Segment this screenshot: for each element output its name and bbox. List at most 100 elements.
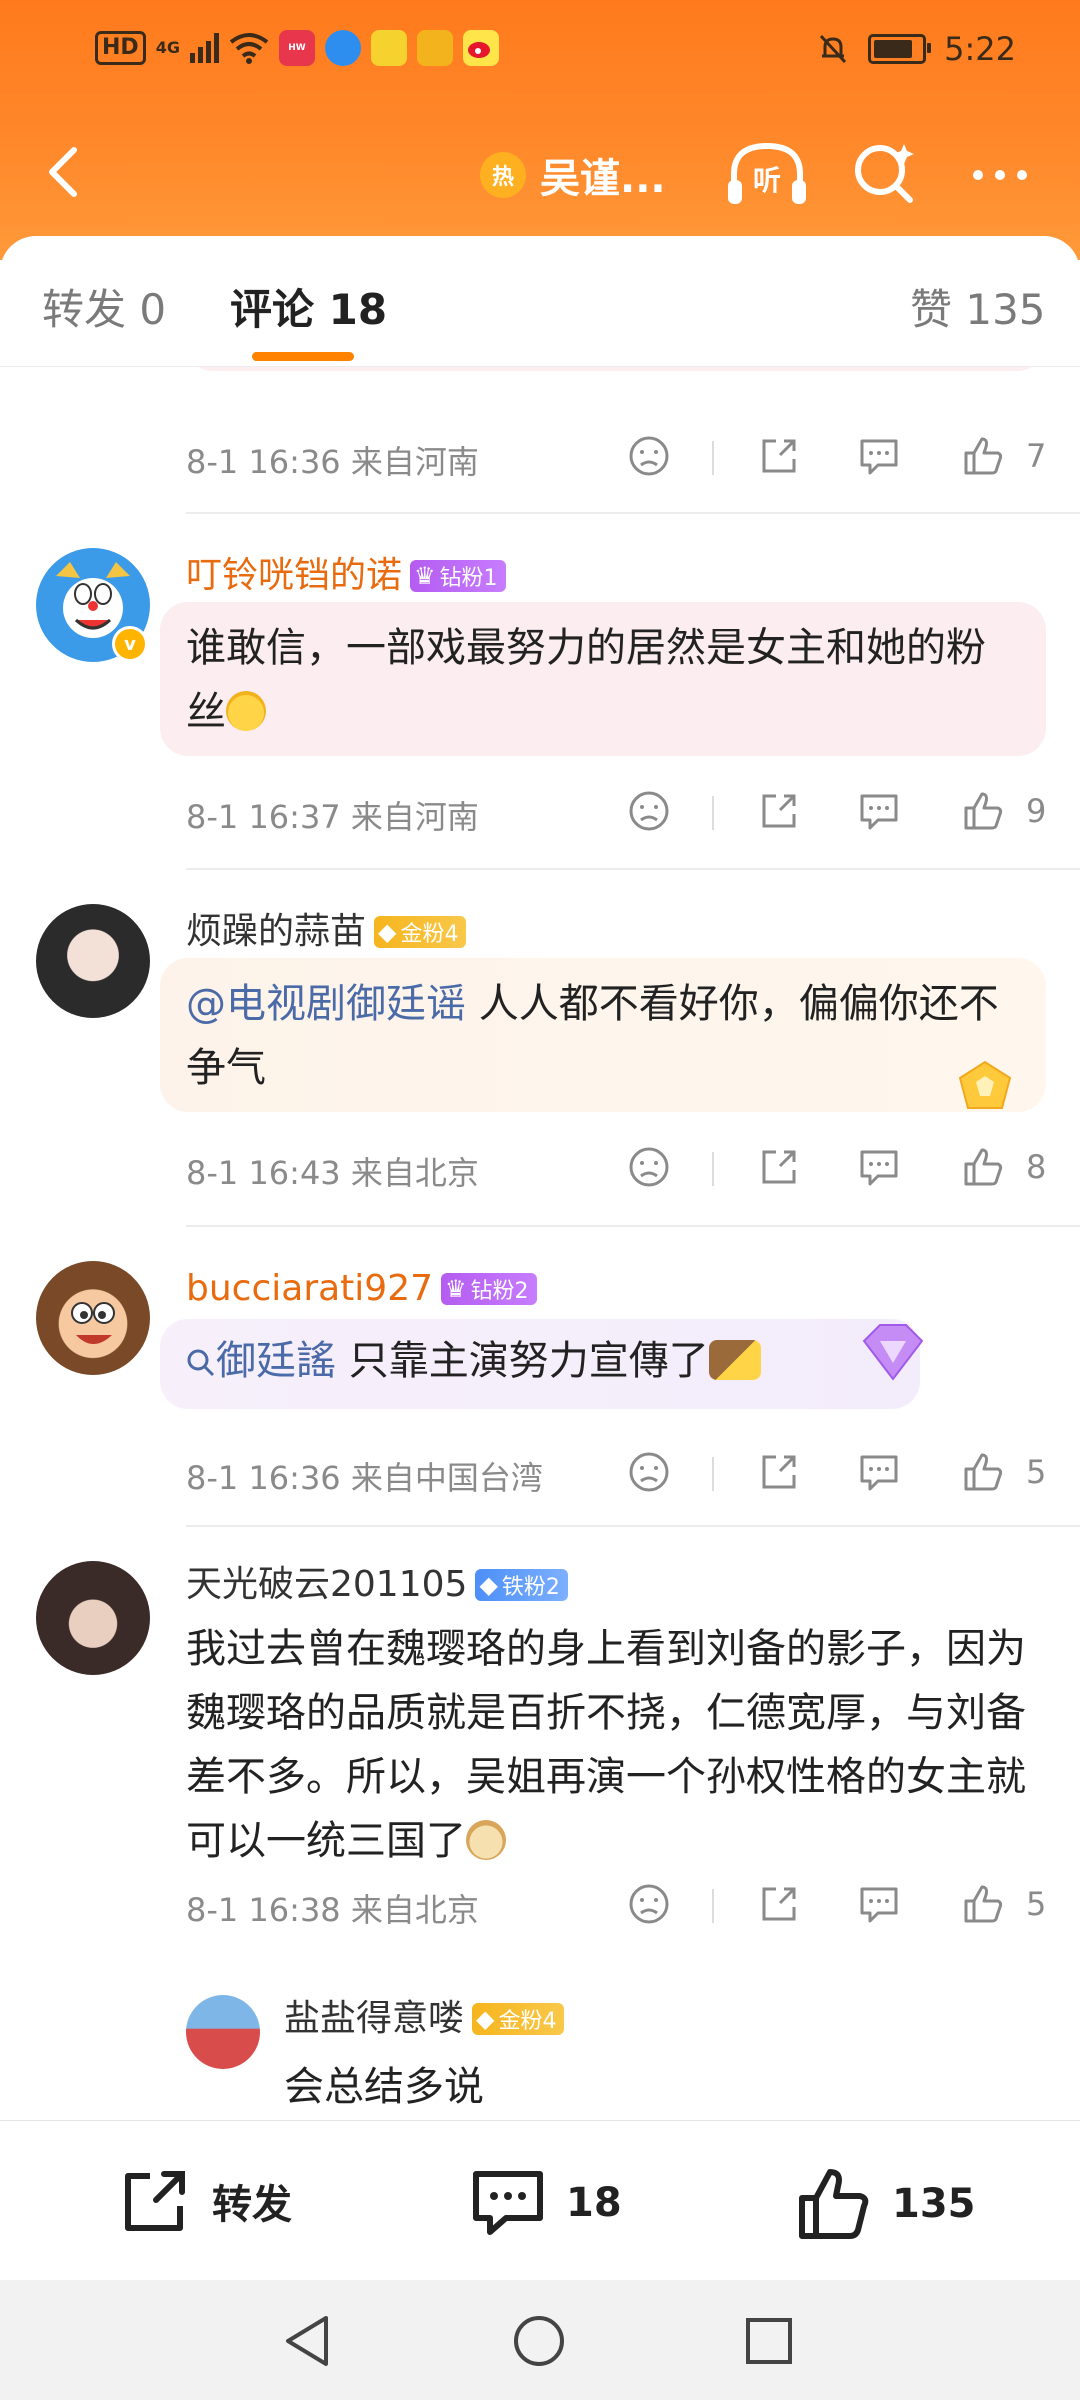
nav-recents-icon[interactable] — [744, 2316, 794, 2366]
dislike-icon[interactable] — [626, 1449, 672, 1495]
meta-separator — [712, 441, 714, 475]
gold-crown-decoration-icon — [958, 1060, 1012, 1109]
nav-bar: 热 吴谨... 听 — [0, 120, 1080, 220]
dislike-icon[interactable] — [626, 1881, 672, 1927]
share-icon[interactable] — [756, 1144, 802, 1190]
nav-home-icon[interactable] — [512, 2314, 566, 2368]
username[interactable]: 烦躁的蒜苗 — [186, 910, 366, 954]
comment-icon — [473, 2171, 543, 2235]
reply-icon[interactable] — [856, 1449, 902, 1495]
comment-bubble[interactable]: @电视剧御廷谣 人人都不看好你，偏偏你还不争气 — [160, 958, 1046, 1112]
meta-separator — [712, 796, 714, 830]
reply-username[interactable]: 盐盐得意喽 — [284, 1997, 464, 2041]
dislike-icon[interactable] — [626, 1144, 672, 1190]
gem-icon: ◆ — [476, 2005, 495, 2033]
tab-comments[interactable]: 评论 18 — [230, 276, 387, 337]
dot-icon — [1017, 170, 1027, 180]
dot-icon — [995, 170, 1005, 180]
nav-back-icon[interactable] — [282, 2314, 332, 2368]
tab-bar: 转发 0 评论 18 赞 135 — [0, 236, 1080, 367]
comment-time-location: 8-1 16:36 来自中国台湾 — [186, 1459, 543, 1497]
signal-icon — [189, 33, 219, 63]
tab-repost[interactable]: 转发 0 — [42, 276, 166, 337]
reply-avatar[interactable] — [186, 1995, 260, 2069]
comment-bubble[interactable]: 御廷謠 只靠主演努力宣傳了 — [160, 1319, 920, 1409]
like-button[interactable]: 135 — [796, 2166, 976, 2242]
comment-text-block[interactable]: 我过去曾在魏璎珞的身上看到刘备的影子，因为魏璎珞的品质就是百折不挠，仁德宽厚，与… — [186, 1617, 1026, 1873]
more-button[interactable] — [960, 140, 1040, 210]
username[interactable]: 天光破云201105 — [186, 1563, 467, 1607]
fan-badge[interactable]: ♛ 钻粉1 — [410, 560, 506, 592]
network-type: 4G — [155, 38, 180, 57]
share-icon[interactable] — [756, 788, 802, 834]
promotion-emoji-icon — [708, 1340, 761, 1380]
avatar[interactable] — [36, 904, 150, 1018]
weibo-app-icon — [462, 30, 499, 66]
hot-icon: 热 — [480, 152, 526, 198]
comment-bubble[interactable]: 谁敢信，一部戏最努力的居然是女主和她的粉丝 — [160, 602, 1046, 756]
dislike-icon[interactable] — [626, 788, 672, 834]
dislike-icon[interactable] — [626, 433, 672, 479]
comment-button[interactable]: 18 — [470, 2166, 622, 2240]
reply-text[interactable]: 会总结多说 — [284, 2055, 484, 2119]
like-count: 7 — [1026, 437, 1047, 475]
like-icon[interactable] — [960, 1144, 1006, 1190]
comment-item: 烦躁的蒜苗 ◆ 金粉4 @电视剧御廷谣 人人都不看好你，偏偏你还不争气 8-1 1… — [0, 868, 1080, 1224]
doge-emoji-icon — [466, 1820, 506, 1860]
comment-count: 18 — [566, 2180, 622, 2226]
search-topic-icon — [187, 1349, 215, 1377]
gem-icon: ◆ — [479, 1571, 498, 1599]
fan-badge[interactable]: ◆ 铁粉2 — [475, 1569, 568, 1601]
share-icon[interactable] — [756, 1881, 802, 1927]
system-nav-bar — [0, 2280, 1080, 2400]
meta-separator — [712, 1457, 714, 1491]
listen-button[interactable]: 听 — [724, 140, 810, 210]
back-button[interactable] — [36, 142, 96, 202]
like-icon[interactable] — [960, 1449, 1006, 1495]
username[interactable]: bucciarati927 — [186, 1267, 433, 1311]
crown-icon: ♛ — [445, 1275, 467, 1303]
mention-link[interactable]: @电视剧御廷谣 — [186, 981, 466, 1027]
repost-icon — [125, 2171, 185, 2231]
fan-badge-label: 铁粉2 — [501, 1575, 560, 1600]
like-count: 5 — [1026, 1453, 1047, 1491]
topic-title-text: 吴谨... — [540, 156, 666, 202]
username[interactable]: 叮铃咣铛的诺 — [186, 554, 402, 598]
verified-badge-icon: v — [112, 626, 148, 662]
fan-badge-label: 钻粉1 — [439, 566, 498, 591]
like-count: 9 — [1026, 792, 1047, 830]
fan-badge[interactable]: ◆ 金粉4 — [472, 2003, 565, 2035]
repost-label: 转发 — [212, 2182, 292, 2228]
like-count: 5 — [1026, 1885, 1047, 1923]
reply-header: 盐盐得意喽 ◆ 金粉4 — [284, 1997, 565, 2041]
topic-title[interactable]: 热 吴谨... — [480, 146, 666, 204]
avatar[interactable] — [36, 1261, 150, 1375]
huawei-app-icon: HW — [278, 30, 315, 66]
comment-item: 天光破云201105 ◆ 铁粉2 我过去曾在魏璎珞的身上看到刘备的影子，因为魏璎珞… — [0, 1525, 1080, 2120]
search-button[interactable] — [850, 138, 920, 208]
reply-icon[interactable] — [856, 788, 902, 834]
reply-icon[interactable] — [856, 1881, 902, 1927]
active-tab-indicator — [252, 352, 354, 361]
tab-likes[interactable]: 赞 135 — [910, 276, 1046, 337]
meta-separator — [712, 1152, 714, 1186]
fan-badge[interactable]: ◆ 金粉4 — [374, 916, 467, 948]
sweat-emoji-icon — [226, 691, 266, 731]
header: HD 4G HW 5:22 热 吴谨... 听 — [0, 0, 1080, 260]
comment-time-location: 8-1 16:36 来自河南 — [186, 443, 479, 481]
comment-text: 只靠主演努力宣傳了 — [336, 1338, 709, 1384]
reply-icon[interactable] — [856, 1144, 902, 1190]
like-icon[interactable] — [960, 1881, 1006, 1927]
reply-icon[interactable] — [856, 433, 902, 479]
comment-list[interactable]: 8-1 16:36 来自河南 7 v 叮铃咣铛的诺 ♛ 钻粉1 谁敢信，一部戏最… — [0, 367, 1080, 2120]
like-icon[interactable] — [960, 433, 1006, 479]
repost-button[interactable]: 转发 — [118, 2166, 292, 2236]
fan-badge[interactable]: ♛ 钻粉2 — [441, 1273, 537, 1305]
avatar[interactable] — [36, 1561, 150, 1675]
bottom-action-bar: 转发 18 135 — [0, 2120, 1080, 2281]
topic-link[interactable]: 御廷謠 — [216, 1338, 336, 1384]
share-icon[interactable] — [756, 433, 802, 479]
share-icon[interactable] — [756, 1449, 802, 1495]
like-icon[interactable] — [960, 788, 1006, 834]
comment-time-location: 8-1 16:37 来自河南 — [186, 798, 479, 836]
